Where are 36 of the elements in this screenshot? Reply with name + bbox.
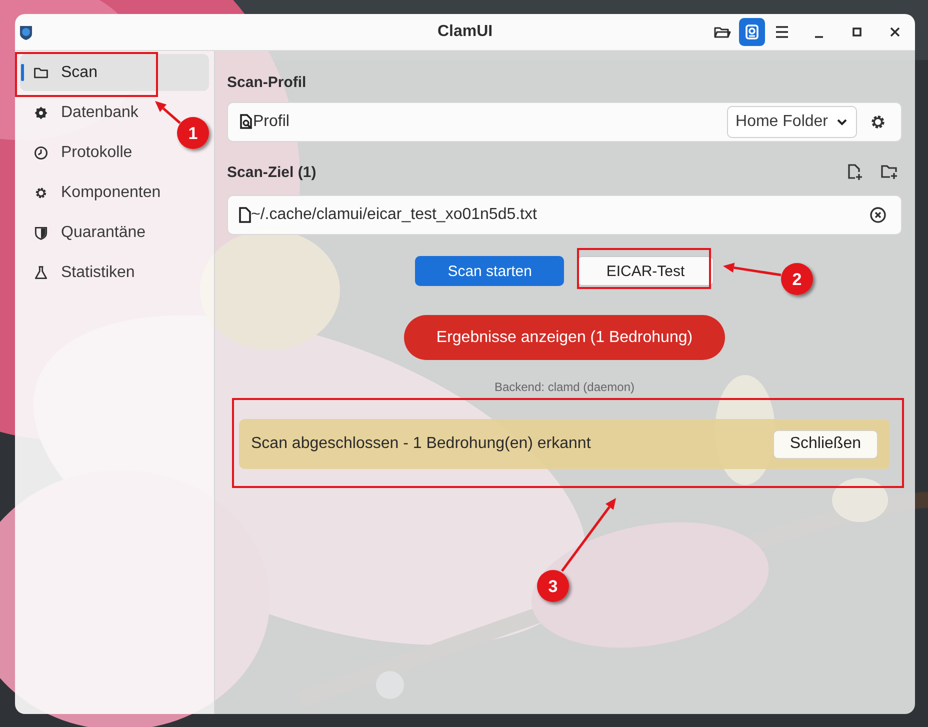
step-badge: 1 [177, 117, 209, 149]
menu-icon [773, 23, 791, 41]
shield-icon [19, 24, 33, 40]
search-file-icon [239, 114, 253, 130]
start-scan-button[interactable]: Scan starten [415, 256, 564, 286]
close-button[interactable]: Schließen [772, 430, 878, 458]
banner-message: Scan abgeschlossen - 1 Bedrohung(en) erkannt [251, 435, 591, 453]
gear-icon [33, 104, 49, 120]
clear-icon [869, 206, 887, 224]
results-button[interactable]: Ergebnisse anzeigen (1 Bedrohung) [404, 315, 725, 360]
profile-label: Profil [253, 113, 290, 131]
backend-label: Backend: clamd (daemon) [494, 380, 635, 394]
step-badge: 3 [537, 570, 569, 602]
sidebar-item[interactable]: Quarantäne [20, 214, 209, 251]
test-button[interactable]: EICAR-Test [577, 256, 714, 286]
annotation-arrow [723, 262, 782, 276]
section-heading: Scan-Ziel (1) [227, 164, 316, 180]
file-icon [239, 207, 251, 223]
section-heading: Scan-Profil [227, 74, 306, 90]
scanner-icon [743, 23, 761, 41]
minimize-icon [815, 36, 823, 38]
window-title: ClamUI [437, 23, 493, 40]
sidebar-item[interactable]: Statistiken [20, 254, 209, 291]
annotation-arrow [155, 101, 181, 124]
add-folder-icon [880, 163, 898, 181]
file-path: ~/.cache/clamui/eicar_test_xo01n5d5.txt [251, 206, 537, 224]
sidebar-item[interactable]: Scan [20, 54, 209, 91]
profile-dropdown[interactable]: Home Folder [726, 106, 857, 138]
add-file-icon [846, 163, 864, 181]
shield-icon [33, 224, 49, 240]
selection-indicator [21, 64, 24, 81]
step-badge: 2 [781, 263, 813, 295]
scan-view-button[interactable] [739, 18, 765, 46]
sidebar-item[interactable]: Komponenten [20, 174, 209, 211]
clock-icon [33, 144, 49, 160]
flask-icon [33, 264, 49, 280]
